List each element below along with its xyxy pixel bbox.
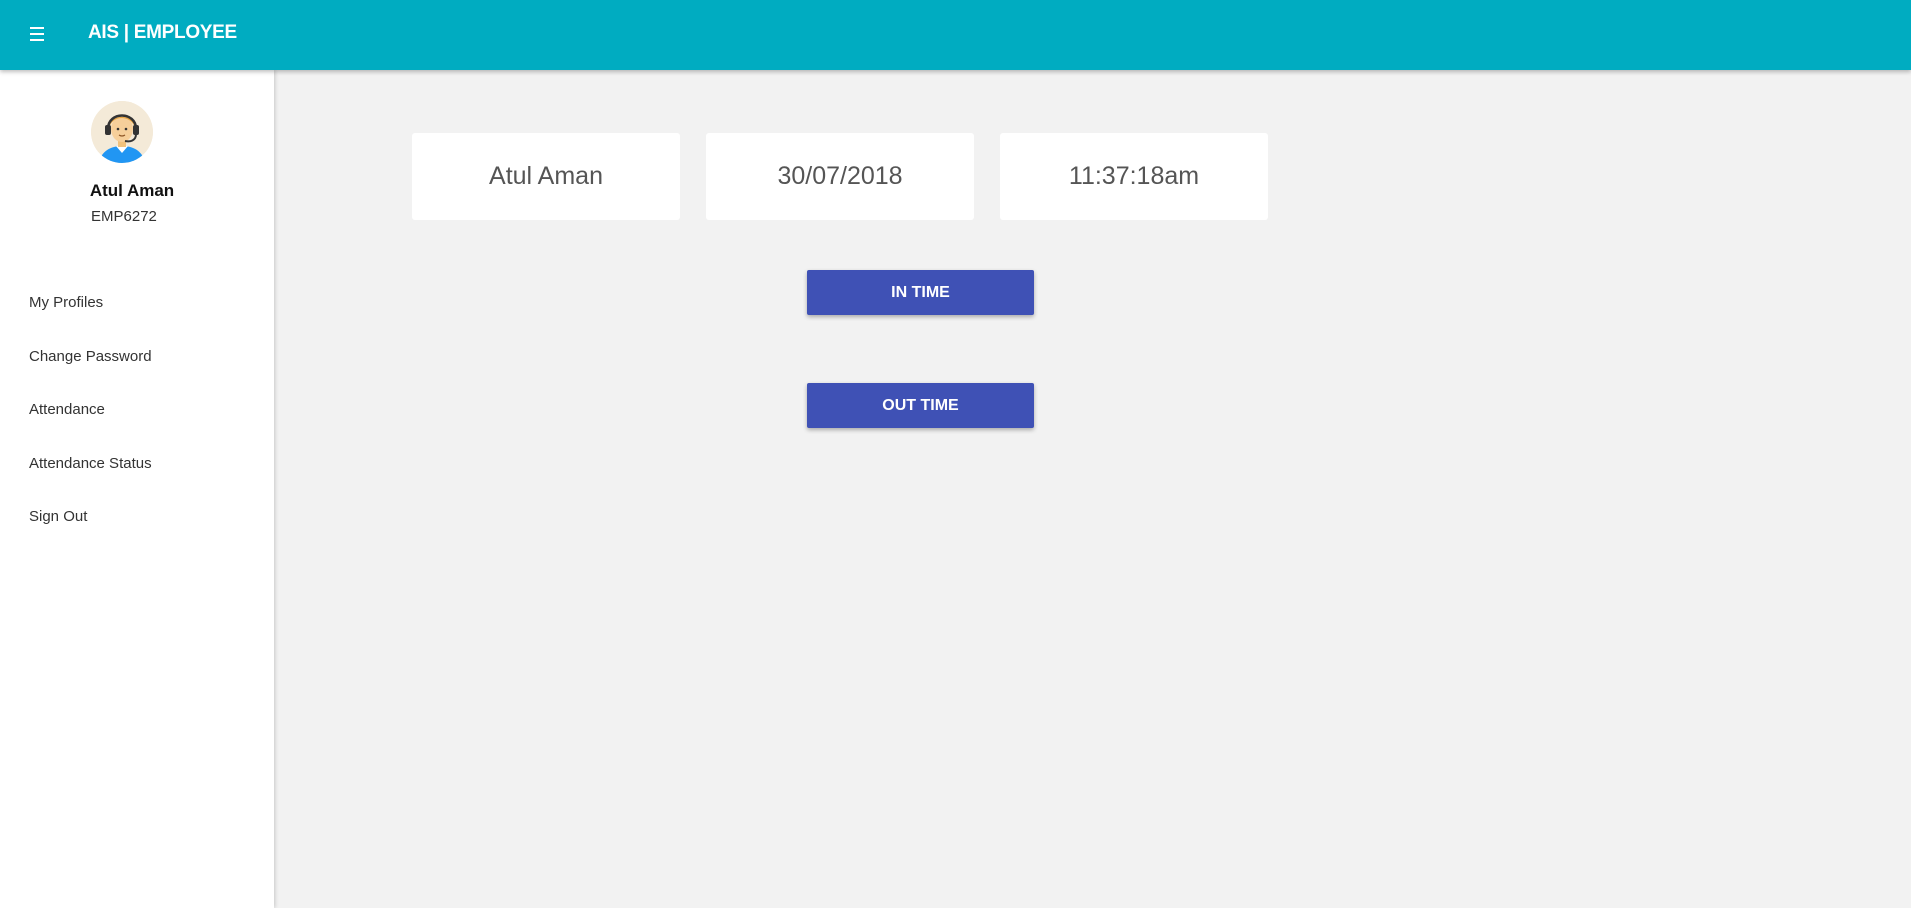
main-content: Atul Aman 30/07/2018 11:37:18am IN TIME …: [274, 70, 1911, 908]
time-card: 11:37:18am: [1000, 133, 1268, 220]
sidebar: Atul Aman EMP6272 My Profiles Change Pas…: [0, 70, 274, 908]
sidebar-nav: My Profiles Change Password Attendance A…: [0, 292, 274, 560]
sidebar-item-change-password[interactable]: Change Password: [0, 346, 274, 400]
employee-id: EMP6272: [91, 208, 157, 225]
user-name: Atul Aman: [89, 181, 175, 200]
support-agent-avatar-icon: [91, 101, 153, 163]
in-time-button[interactable]: IN TIME: [807, 270, 1034, 315]
out-time-button[interactable]: OUT TIME: [807, 383, 1034, 428]
date-card: 30/07/2018: [706, 133, 974, 220]
sidebar-item-my-profiles[interactable]: My Profiles: [0, 292, 274, 346]
hamburger-menu-icon[interactable]: [28, 24, 50, 44]
employee-name-card: Atul Aman: [412, 133, 680, 220]
sidebar-item-attendance-status[interactable]: Attendance Status: [0, 453, 274, 507]
top-app-bar: AIS | EMPLOYEE: [0, 0, 1911, 70]
avatar: [91, 101, 153, 163]
sidebar-item-sign-out[interactable]: Sign Out: [0, 506, 274, 560]
sidebar-item-attendance[interactable]: Attendance: [0, 399, 274, 453]
app-title: AIS | EMPLOYEE: [88, 22, 237, 43]
